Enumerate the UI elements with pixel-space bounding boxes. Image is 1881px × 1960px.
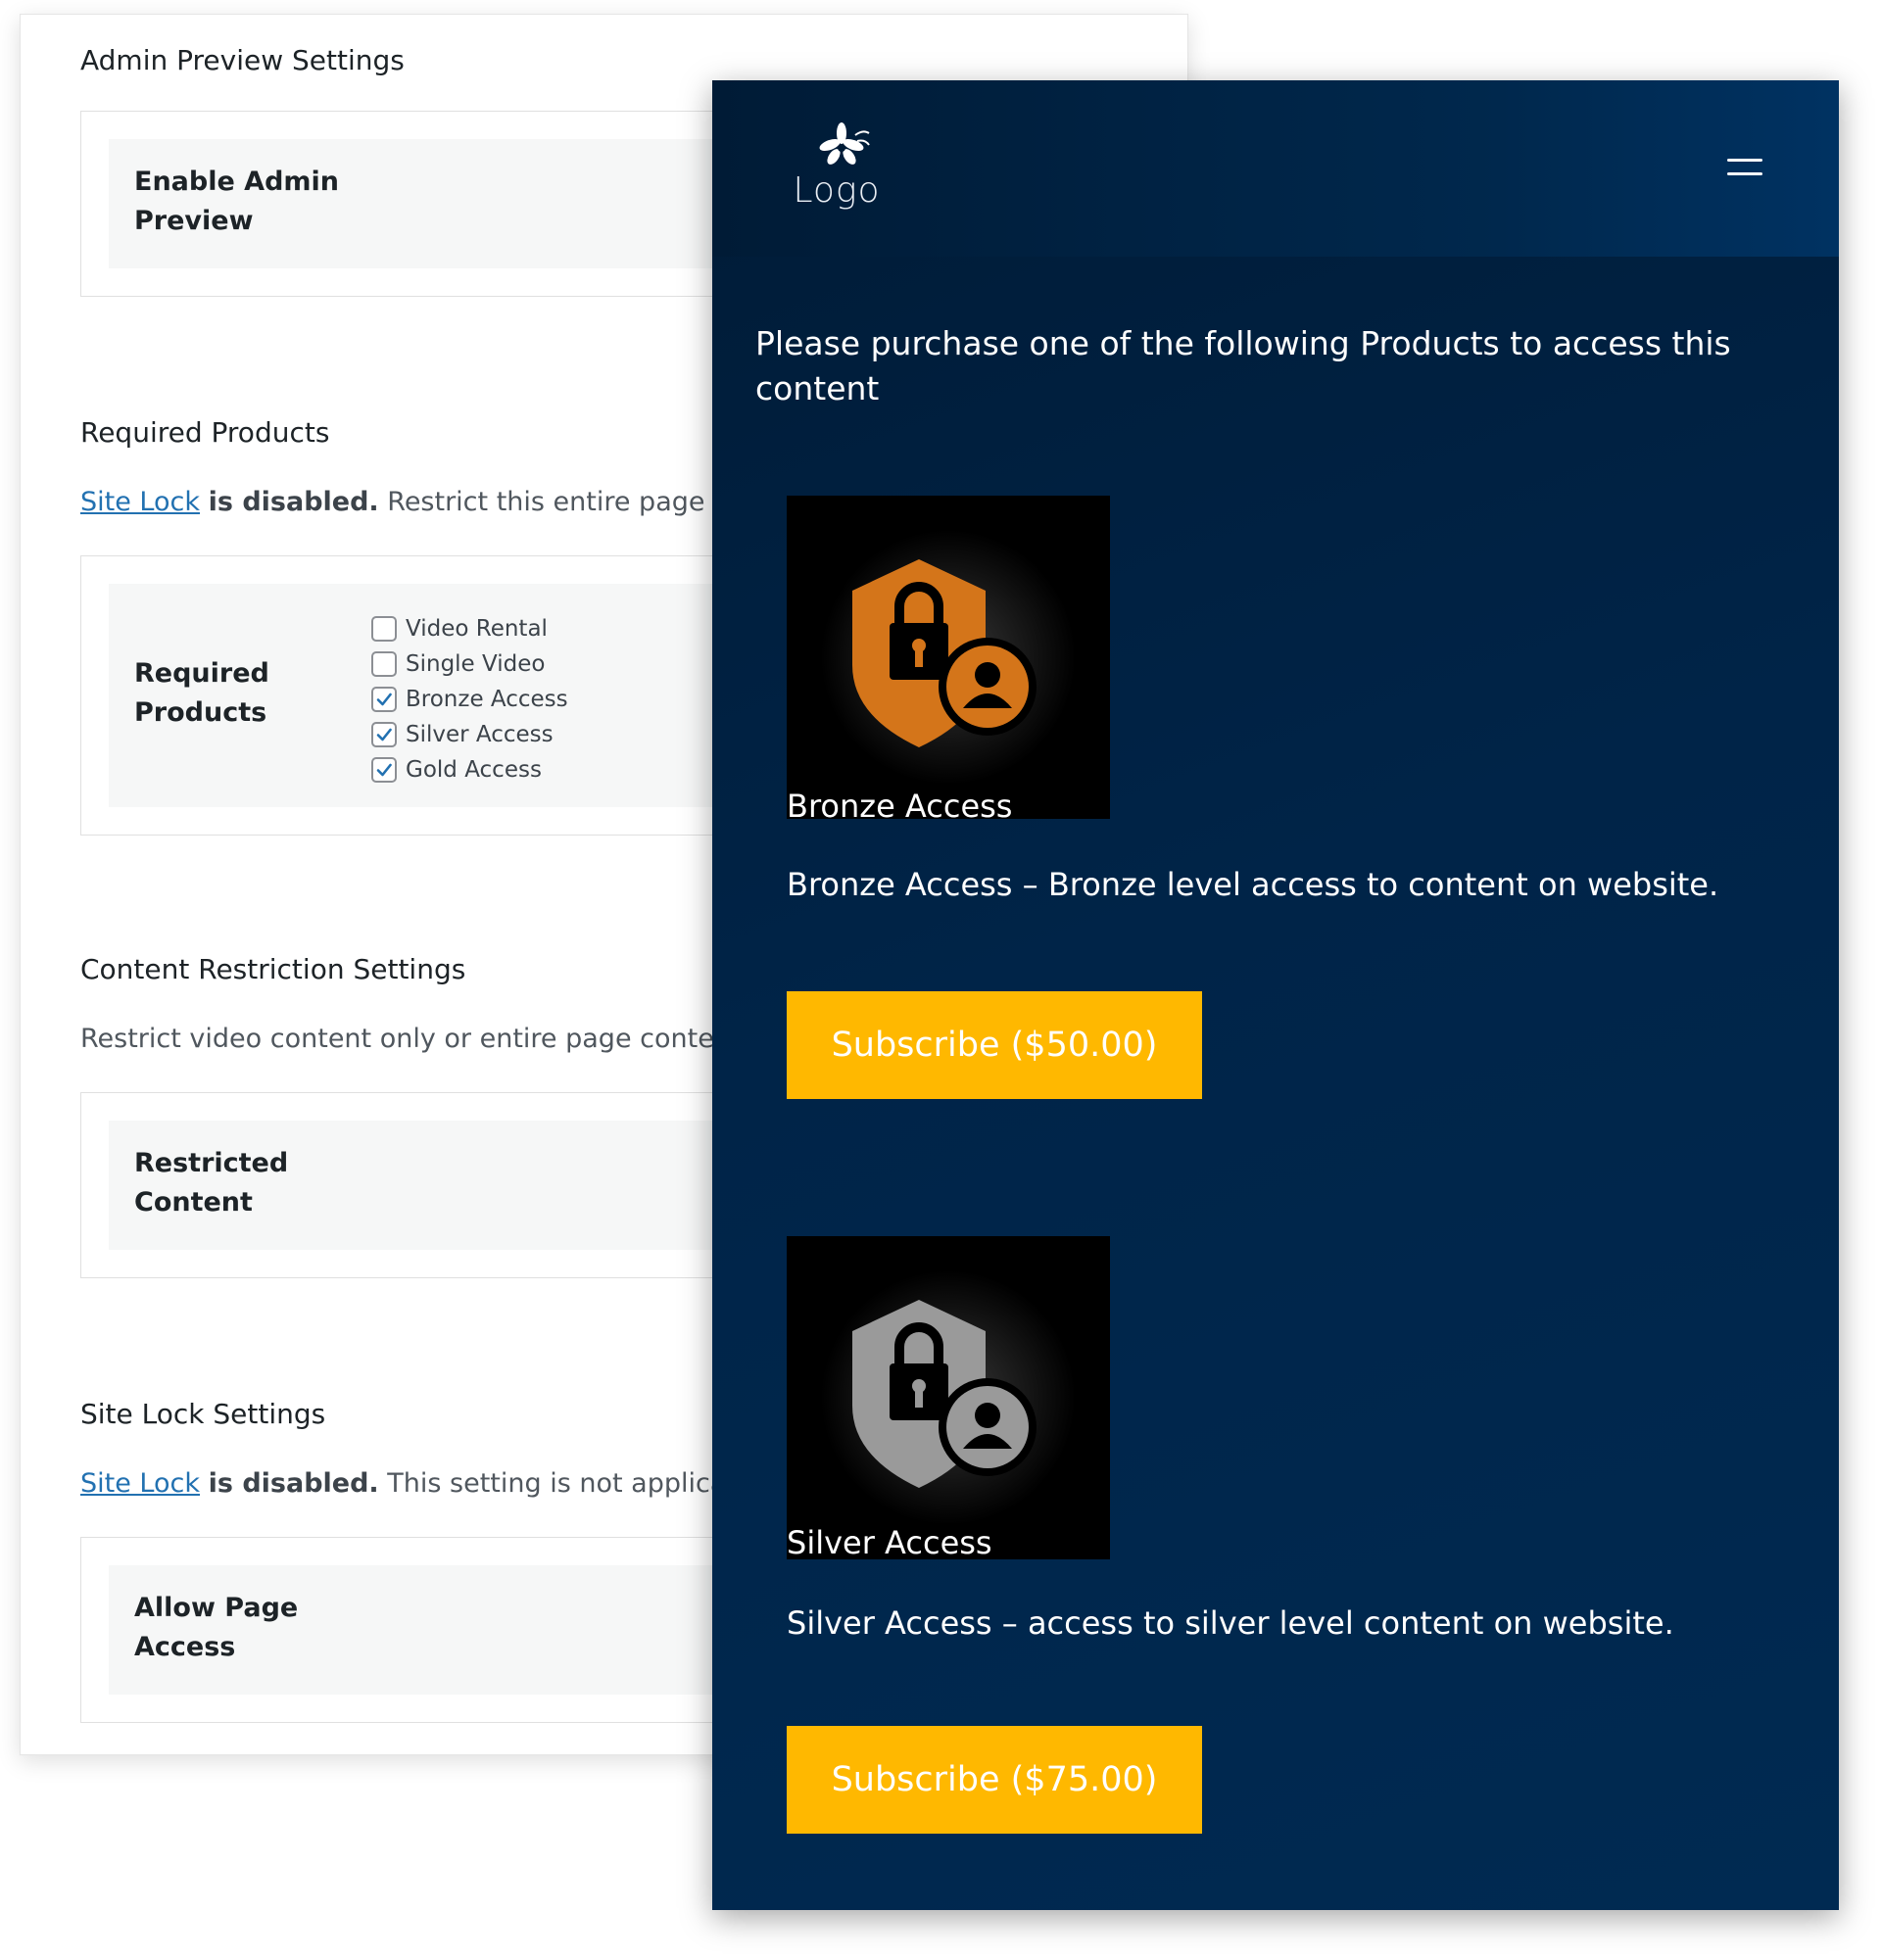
hamburger-menu-icon[interactable] bbox=[1727, 153, 1766, 182]
product-checkbox-row[interactable]: Bronze Access bbox=[371, 682, 568, 717]
site-lock-status-2: is disabled. bbox=[208, 1468, 379, 1499]
shield-lock-user-icon bbox=[821, 1270, 1076, 1525]
site-lock-link[interactable]: Site Lock bbox=[80, 487, 200, 517]
restricted-content-label: Restricted Content bbox=[134, 1148, 289, 1218]
product-checkbox-label: Gold Access bbox=[406, 757, 542, 783]
admin-preview-title: Admin Preview Settings bbox=[80, 44, 405, 76]
product-checkbox-row[interactable]: Video Rental bbox=[371, 611, 568, 646]
checkbox-unchecked[interactable] bbox=[371, 651, 397, 677]
site-lock-settings-title: Site Lock Settings bbox=[80, 1398, 326, 1430]
product-checkbox-label: Single Video bbox=[406, 651, 546, 677]
purchase-message: Please purchase one of the following Pro… bbox=[755, 324, 1731, 407]
enable-admin-preview-label: Enable Admin Preview bbox=[134, 167, 340, 236]
checkbox-checked[interactable] bbox=[371, 757, 397, 783]
allow-page-access-label: Allow Page Access bbox=[134, 1593, 299, 1662]
bronze-product-description: Bronze Access – Bronze level access to c… bbox=[787, 866, 1719, 903]
flower-logo-icon bbox=[819, 122, 870, 165]
product-checkbox-label: Silver Access bbox=[406, 722, 554, 747]
site-logo[interactable]: Logo bbox=[783, 121, 891, 219]
checkbox-checked[interactable] bbox=[371, 687, 397, 712]
site-lock-settings-desc: Site Lock is disabled. This setting is n… bbox=[80, 1468, 775, 1499]
required-products-title: Required Products bbox=[80, 416, 330, 449]
product-checkbox-label: Video Rental bbox=[406, 616, 548, 642]
required-products-desc: Site Lock is disabled. Restrict this ent… bbox=[80, 487, 784, 517]
frontend-preview-panel: Logo Please purchase one of the followin… bbox=[712, 80, 1839, 1910]
site-lock-status: is disabled. bbox=[208, 487, 379, 517]
site-header: Logo bbox=[712, 80, 1839, 257]
logo-text: Logo bbox=[793, 170, 881, 211]
subscribe-bronze-button[interactable]: Subscribe ($50.00) bbox=[787, 991, 1202, 1099]
required-products-checklist: Video Rental Single Video Bronze Access Sil… bbox=[371, 611, 568, 788]
product-checkbox-row[interactable]: Silver Access bbox=[371, 717, 568, 752]
bronze-product-name: Bronze Access bbox=[787, 788, 1013, 825]
checkmark-icon bbox=[376, 693, 392, 706]
checkbox-checked[interactable] bbox=[371, 722, 397, 747]
content-restriction-title: Content Restriction Settings bbox=[80, 953, 466, 985]
shield-lock-user-icon bbox=[821, 530, 1076, 785]
required-products-label: Required Products bbox=[134, 658, 269, 728]
product-checkbox-label: Bronze Access bbox=[406, 687, 568, 712]
silver-product-image bbox=[787, 1236, 1110, 1559]
checkmark-icon bbox=[376, 763, 392, 777]
silver-product-name: Silver Access bbox=[787, 1524, 992, 1561]
silver-product-description: Silver Access – access to silver level c… bbox=[787, 1604, 1674, 1642]
site-lock-link-2[interactable]: Site Lock bbox=[80, 1468, 200, 1499]
subscribe-silver-button[interactable]: Subscribe ($75.00) bbox=[787, 1726, 1202, 1834]
bronze-product-image bbox=[787, 496, 1110, 819]
product-checkbox-row[interactable]: Gold Access bbox=[371, 752, 568, 788]
product-checkbox-row[interactable]: Single Video bbox=[371, 646, 568, 682]
content-restriction-desc: Restrict video content only or entire pa… bbox=[80, 1024, 750, 1054]
checkbox-unchecked[interactable] bbox=[371, 616, 397, 642]
checkmark-icon bbox=[376, 728, 392, 741]
